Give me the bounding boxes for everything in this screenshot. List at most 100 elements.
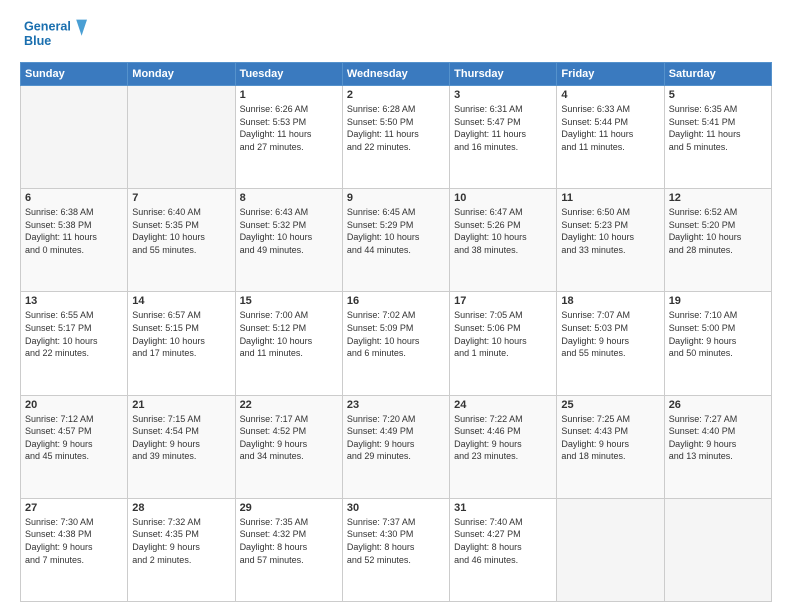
calendar-cell: 5 Sunrise: 6:35 AM Sunset: 5:41 PM Daylig… xyxy=(664,86,771,189)
calendar-cell: 14 Sunrise: 6:57 AM Sunset: 5:15 PM Dayli… xyxy=(128,292,235,395)
day-number: 24 xyxy=(454,399,552,411)
calendar-cell: 21Sunrise: 7:15 AM Sunset: 4:54 PM Dayli… xyxy=(128,395,235,498)
calendar-cell: 10 Sunrise: 6:47 AM Sunset: 5:26 PM Dayli… xyxy=(450,189,557,292)
day-info: Sunrise: 7:32 AM Sunset: 4:35 PM Dayligh… xyxy=(132,516,230,566)
weekday-header: Thursday xyxy=(450,63,557,86)
calendar-cell: 2 Sunrise: 6:28 AM Sunset: 5:50 PM Daylig… xyxy=(342,86,449,189)
day-info: Sunrise: 6:33 AM Sunset: 5:44 PM Dayligh… xyxy=(561,103,659,153)
day-info: Sunrise: 6:50 AM Sunset: 5:23 PM Dayligh… xyxy=(561,206,659,256)
day-number: 5 xyxy=(669,89,767,101)
day-info: Sunrise: 7:22 AM Sunset: 4:46 PM Dayligh… xyxy=(454,413,552,463)
day-info: Sunrise: 7:15 AM Sunset: 4:54 PM Dayligh… xyxy=(132,413,230,463)
calendar-cell: 31Sunrise: 7:40 AM Sunset: 4:27 PM Dayli… xyxy=(450,498,557,601)
calendar-header-row: SundayMondayTuesdayWednesdayThursdayFrid… xyxy=(21,63,772,86)
day-info: Sunrise: 6:26 AM Sunset: 5:53 PM Dayligh… xyxy=(240,103,338,153)
calendar-week-row: 13 Sunrise: 6:55 AM Sunset: 5:17 PM Dayli… xyxy=(21,292,772,395)
calendar-cell: 20 Sunrise: 7:12 AM Sunset: 4:57 PM Dayli… xyxy=(21,395,128,498)
day-info: Sunrise: 7:02 AM Sunset: 5:09 PM Dayligh… xyxy=(347,309,445,359)
calendar-week-row: 6 Sunrise: 6:38 AM Sunset: 5:38 PM Daylig… xyxy=(21,189,772,292)
weekday-header: Monday xyxy=(128,63,235,86)
day-number: 29 xyxy=(240,502,338,514)
day-info: Sunrise: 6:47 AM Sunset: 5:26 PM Dayligh… xyxy=(454,206,552,256)
day-number: 13 xyxy=(25,295,123,307)
day-info: Sunrise: 7:07 AM Sunset: 5:03 PM Dayligh… xyxy=(561,309,659,359)
day-number: 1 xyxy=(240,89,338,101)
calendar-cell: 4 Sunrise: 6:33 AM Sunset: 5:44 PM Daylig… xyxy=(557,86,664,189)
day-number: 7 xyxy=(132,192,230,204)
calendar-cell: 23 Sunrise: 7:20 AM Sunset: 4:49 PM Dayli… xyxy=(342,395,449,498)
day-info: Sunrise: 7:35 AM Sunset: 4:32 PM Dayligh… xyxy=(240,516,338,566)
day-number: 22 xyxy=(240,399,338,411)
calendar-cell: 7 Sunrise: 6:40 AM Sunset: 5:35 PM Daylig… xyxy=(128,189,235,292)
day-number: 15 xyxy=(240,295,338,307)
day-info: Sunrise: 6:35 AM Sunset: 5:41 PM Dayligh… xyxy=(669,103,767,153)
calendar-cell: 22Sunrise: 7:17 AM Sunset: 4:52 PM Dayli… xyxy=(235,395,342,498)
day-number: 2 xyxy=(347,89,445,101)
day-number: 17 xyxy=(454,295,552,307)
calendar-week-row: 20 Sunrise: 7:12 AM Sunset: 4:57 PM Dayli… xyxy=(21,395,772,498)
day-number: 20 xyxy=(25,399,123,411)
day-number: 11 xyxy=(561,192,659,204)
calendar-cell: 8 Sunrise: 6:43 AM Sunset: 5:32 PM Daylig… xyxy=(235,189,342,292)
weekday-header: Friday xyxy=(557,63,664,86)
day-info: Sunrise: 7:10 AM Sunset: 5:00 PM Dayligh… xyxy=(669,309,767,359)
calendar-cell: 9Sunrise: 6:45 AM Sunset: 5:29 PM Daylig… xyxy=(342,189,449,292)
day-number: 4 xyxy=(561,89,659,101)
day-info: Sunrise: 7:37 AM Sunset: 4:30 PM Dayligh… xyxy=(347,516,445,566)
day-info: Sunrise: 7:20 AM Sunset: 4:49 PM Dayligh… xyxy=(347,413,445,463)
logo: GeneralBlue xyxy=(20,16,100,52)
day-info: Sunrise: 6:38 AM Sunset: 5:38 PM Dayligh… xyxy=(25,206,123,256)
calendar-cell: 13 Sunrise: 6:55 AM Sunset: 5:17 PM Dayli… xyxy=(21,292,128,395)
day-number: 10 xyxy=(454,192,552,204)
day-number: 18 xyxy=(561,295,659,307)
page: GeneralBlue SundayMondayTuesdayWednesday… xyxy=(0,0,792,612)
calendar-cell xyxy=(21,86,128,189)
svg-text:General: General xyxy=(24,19,71,33)
day-number: 30 xyxy=(347,502,445,514)
calendar-table: SundayMondayTuesdayWednesdayThursdayFrid… xyxy=(20,62,772,602)
day-number: 9 xyxy=(347,192,445,204)
calendar-cell: 30 Sunrise: 7:37 AM Sunset: 4:30 PM Dayli… xyxy=(342,498,449,601)
day-info: Sunrise: 7:12 AM Sunset: 4:57 PM Dayligh… xyxy=(25,413,123,463)
weekday-header: Tuesday xyxy=(235,63,342,86)
calendar-week-row: 1 Sunrise: 6:26 AM Sunset: 5:53 PM Daylig… xyxy=(21,86,772,189)
header: GeneralBlue xyxy=(20,16,772,52)
svg-text:Blue: Blue xyxy=(24,34,51,48)
day-info: Sunrise: 6:40 AM Sunset: 5:35 PM Dayligh… xyxy=(132,206,230,256)
day-number: 6 xyxy=(25,192,123,204)
day-info: Sunrise: 6:57 AM Sunset: 5:15 PM Dayligh… xyxy=(132,309,230,359)
calendar-week-row: 27 Sunrise: 7:30 AM Sunset: 4:38 PM Dayli… xyxy=(21,498,772,601)
day-number: 14 xyxy=(132,295,230,307)
calendar-cell xyxy=(664,498,771,601)
day-number: 23 xyxy=(347,399,445,411)
day-number: 31 xyxy=(454,502,552,514)
day-number: 19 xyxy=(669,295,767,307)
day-info: Sunrise: 7:30 AM Sunset: 4:38 PM Dayligh… xyxy=(25,516,123,566)
calendar-cell: 15Sunrise: 7:00 AM Sunset: 5:12 PM Dayli… xyxy=(235,292,342,395)
calendar-cell xyxy=(557,498,664,601)
calendar-cell: 24 Sunrise: 7:22 AM Sunset: 4:46 PM Dayli… xyxy=(450,395,557,498)
day-info: Sunrise: 6:31 AM Sunset: 5:47 PM Dayligh… xyxy=(454,103,552,153)
day-info: Sunrise: 6:55 AM Sunset: 5:17 PM Dayligh… xyxy=(25,309,123,359)
calendar-cell: 18 Sunrise: 7:07 AM Sunset: 5:03 PM Dayli… xyxy=(557,292,664,395)
day-number: 3 xyxy=(454,89,552,101)
weekday-header: Sunday xyxy=(21,63,128,86)
calendar-cell: 29 Sunrise: 7:35 AM Sunset: 4:32 PM Dayli… xyxy=(235,498,342,601)
day-number: 27 xyxy=(25,502,123,514)
day-info: Sunrise: 7:25 AM Sunset: 4:43 PM Dayligh… xyxy=(561,413,659,463)
calendar-cell: 3 Sunrise: 6:31 AM Sunset: 5:47 PM Daylig… xyxy=(450,86,557,189)
weekday-header: Saturday xyxy=(664,63,771,86)
calendar-cell: 25Sunrise: 7:25 AM Sunset: 4:43 PM Dayli… xyxy=(557,395,664,498)
calendar-cell: 11 Sunrise: 6:50 AM Sunset: 5:23 PM Dayli… xyxy=(557,189,664,292)
day-info: Sunrise: 6:28 AM Sunset: 5:50 PM Dayligh… xyxy=(347,103,445,153)
calendar-cell: 16Sunrise: 7:02 AM Sunset: 5:09 PM Dayli… xyxy=(342,292,449,395)
calendar-cell: 27 Sunrise: 7:30 AM Sunset: 4:38 PM Dayli… xyxy=(21,498,128,601)
calendar-cell: 12Sunrise: 6:52 AM Sunset: 5:20 PM Dayli… xyxy=(664,189,771,292)
day-number: 8 xyxy=(240,192,338,204)
day-number: 26 xyxy=(669,399,767,411)
day-info: Sunrise: 6:43 AM Sunset: 5:32 PM Dayligh… xyxy=(240,206,338,256)
day-number: 12 xyxy=(669,192,767,204)
weekday-header: Wednesday xyxy=(342,63,449,86)
day-info: Sunrise: 7:05 AM Sunset: 5:06 PM Dayligh… xyxy=(454,309,552,359)
calendar-cell: 19 Sunrise: 7:10 AM Sunset: 5:00 PM Dayli… xyxy=(664,292,771,395)
